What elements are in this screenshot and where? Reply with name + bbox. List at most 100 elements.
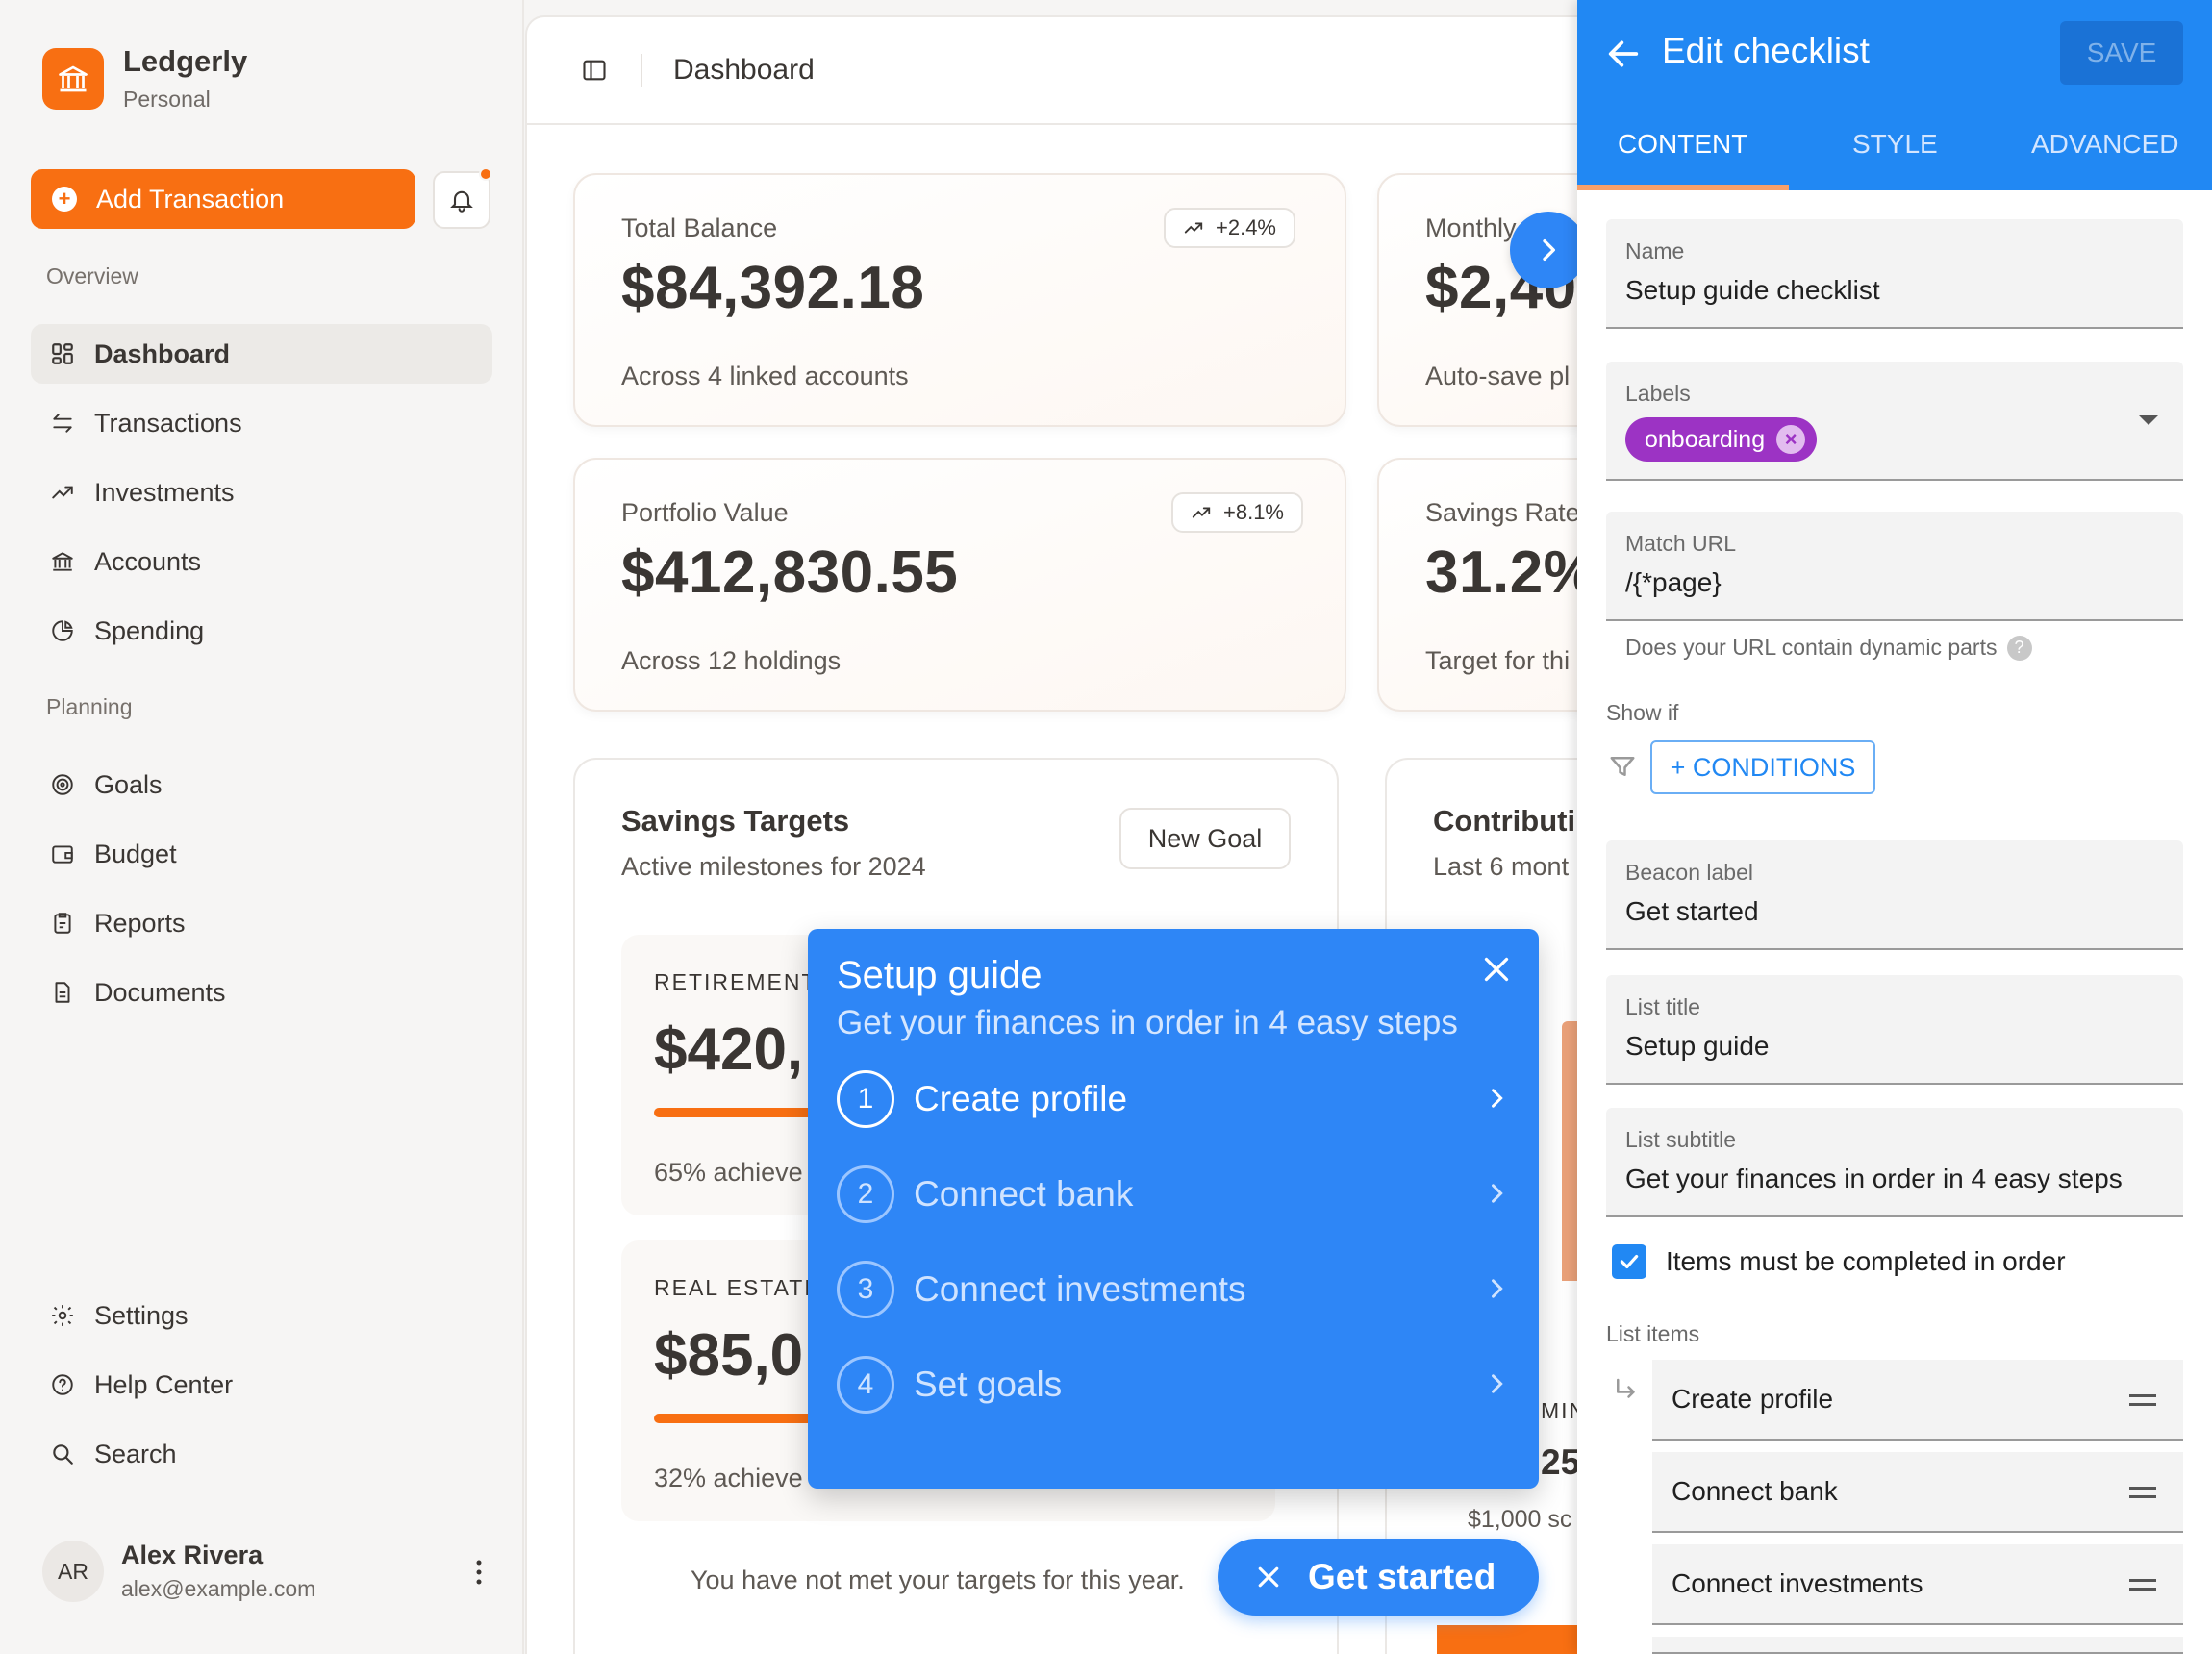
nav-item-search[interactable]: Search (31, 1424, 492, 1484)
back-arrow-icon[interactable] (1604, 35, 1643, 73)
nav-item-documents[interactable]: Documents (31, 963, 492, 1022)
trending-up-icon (1192, 507, 1211, 518)
filter-icon (1608, 752, 1637, 781)
close-icon[interactable] (1479, 952, 1514, 987)
field-value: Get started (1625, 896, 1759, 926)
help-icon (48, 1370, 77, 1399)
stat-label: Total Balance (621, 213, 778, 242)
get-started-beacon[interactable]: Get started (1218, 1539, 1539, 1616)
new-goal-button[interactable]: New Goal (1119, 808, 1291, 869)
help-icon[interactable]: ? (2006, 635, 2032, 661)
nav-item-label: Help Center (94, 1369, 234, 1399)
checklist-item-set-goals[interactable]: 4 Set goals (837, 1351, 1510, 1418)
helper-text: Does your URL contain dynamic parts (1625, 635, 1998, 660)
nav-item-help-center[interactable]: Help Center (31, 1355, 492, 1415)
nav-item-accounts[interactable]: Accounts (31, 532, 492, 591)
nav-item-label: Search (94, 1439, 177, 1468)
panel-subtitle: Active milestones for 2024 (621, 852, 926, 881)
nav-item-reports[interactable]: Reports (31, 893, 492, 953)
brand-name: Ledgerly (123, 44, 248, 78)
gear-icon (48, 1301, 77, 1330)
step-number: 2 (837, 1165, 894, 1223)
list-item-label: Create profile (1672, 1384, 1834, 1414)
nav-item-settings[interactable]: Settings (31, 1286, 492, 1345)
notifications-button[interactable] (433, 167, 492, 229)
save-button[interactable]: SAVE (2060, 21, 2183, 85)
step-label: Create profile (914, 1079, 1128, 1118)
brand[interactable]: Ledgerly Personal (42, 44, 247, 113)
trending-up-icon (1184, 222, 1203, 234)
drag-handle-icon[interactable] (2129, 1579, 2156, 1596)
change-badge: +8.1% (1171, 492, 1303, 533)
chevron-right-icon (1483, 1275, 1510, 1302)
more-vertical-icon[interactable] (473, 1558, 485, 1587)
step-label: Connect bank (914, 1174, 1134, 1214)
list-item[interactable]: Connect investments (1652, 1544, 2183, 1625)
goal-note: 65% achieve (654, 1158, 803, 1187)
list-title-field[interactable]: List title Setup guide (1606, 975, 2183, 1085)
panel-toggle-button[interactable] (1510, 212, 1587, 288)
nav-item-goals[interactable]: Goals (31, 755, 492, 814)
checklist-item-connect-investments[interactable]: 3 Connect investments (837, 1256, 1510, 1323)
search-icon (48, 1440, 77, 1468)
drag-handle-icon[interactable] (2129, 1394, 2156, 1412)
user-email: alex@example.com (121, 1576, 316, 1601)
clipboard-icon (48, 909, 77, 938)
bank-logo-icon (42, 47, 104, 110)
field-value: Get your finances in order in 4 easy ste… (1625, 1164, 2123, 1193)
stat-value: 31.2% (1425, 539, 1597, 606)
complete-in-order-checkbox[interactable] (1612, 1244, 1646, 1279)
nav-item-investments[interactable]: Investments (31, 463, 492, 522)
list-items-label: List items (1606, 1321, 1700, 1346)
stat-label: Savings Rate (1425, 498, 1580, 527)
step-label: Connect investments (914, 1269, 1246, 1309)
subitem-arrow-icon (1612, 1375, 1641, 1404)
list-item[interactable]: Connect bank (1652, 1452, 2183, 1533)
user-profile[interactable]: AR Alex Rivera alex@example.com (42, 1541, 485, 1602)
min-note: $1,000 sc (1468, 1506, 1572, 1533)
nav-item-dashboard[interactable]: Dashboard (31, 324, 492, 384)
tab-advanced[interactable]: ADVANCED (2031, 129, 2179, 160)
checklist-item-create-profile[interactable]: 1 Create profile (837, 1065, 1510, 1133)
chevron-right-icon (1483, 1370, 1510, 1397)
goal-value: $85,0 (654, 1322, 804, 1389)
dropdown-arrow-icon[interactable] (2139, 415, 2158, 425)
stat-label: Monthly (1425, 213, 1517, 242)
nav-item-label: Investments (94, 477, 235, 507)
panel-title: Savings Targets (621, 804, 850, 838)
tab-style[interactable]: STYLE (1852, 129, 1938, 160)
check-icon (1620, 1254, 1639, 1269)
name-field[interactable]: Name Setup guide checklist (1606, 219, 2183, 329)
remove-chip-icon[interactable]: × (1776, 425, 1806, 454)
nav-item-budget[interactable]: Budget (31, 824, 492, 884)
drag-handle-icon[interactable] (2129, 1487, 2156, 1504)
tab-content[interactable]: CONTENT (1618, 129, 1747, 160)
list-item[interactable] (1652, 1637, 2183, 1654)
document-icon (48, 978, 77, 1007)
transfer-icon (48, 409, 77, 438)
change-badge: +2.4% (1164, 208, 1295, 248)
nav-item-spending[interactable]: Spending (31, 601, 492, 661)
editor-header: Edit checklist SAVE CONTENT STYLE ADVANC… (1577, 0, 2212, 190)
complete-in-order-option[interactable]: Items must be completed in order (1612, 1244, 2066, 1279)
field-label: List subtitle (1625, 1127, 1737, 1152)
step-label: Set goals (914, 1365, 1063, 1404)
goal-note: 32% achieve (654, 1464, 803, 1492)
sidebar-toggle-icon[interactable] (581, 57, 608, 84)
match-url-field[interactable]: Match URL /{*page} (1606, 512, 2183, 621)
beacon-label-field[interactable]: Beacon label Get started (1606, 840, 2183, 950)
checklist-subtitle: Get your finances in order in 4 easy ste… (837, 1004, 1458, 1041)
checklist-item-connect-bank[interactable]: 2 Connect bank (837, 1161, 1510, 1228)
stat-note: Target for thi (1425, 646, 1571, 675)
add-transaction-button[interactable]: + Add Transaction (31, 169, 415, 229)
labels-field[interactable]: Labels onboarding × (1606, 362, 2183, 481)
field-label: Match URL (1625, 531, 1737, 556)
avatar: AR (42, 1541, 104, 1602)
user-name: Alex Rivera (121, 1541, 264, 1569)
add-conditions-button[interactable]: + CONDITIONS (1650, 740, 1875, 794)
nav-item-transactions[interactable]: Transactions (31, 393, 492, 453)
list-subtitle-field[interactable]: List subtitle Get your finances in order… (1606, 1108, 2183, 1217)
sidebar: Ledgerly Personal + Add Transaction Over… (0, 0, 524, 1654)
label-chip[interactable]: onboarding × (1625, 417, 1818, 462)
list-item[interactable]: Create profile (1652, 1360, 2183, 1441)
